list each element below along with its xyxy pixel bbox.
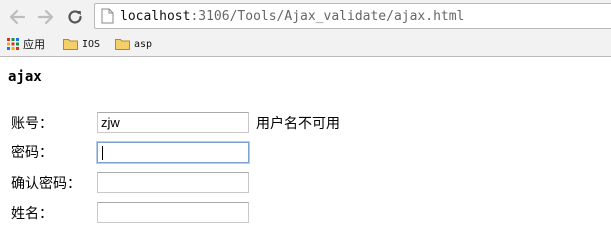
url-host: localhost	[120, 9, 191, 24]
account-input[interactable]	[97, 112, 249, 133]
back-arrow-icon	[9, 9, 26, 25]
reload-button[interactable]	[64, 6, 86, 28]
confirm-password-input[interactable]	[97, 172, 249, 193]
bookmark-label: 应用	[23, 38, 45, 51]
reload-icon	[68, 10, 82, 24]
bookmark-asp[interactable]: asp	[115, 35, 152, 53]
bookmark-apps[interactable]: 应用	[7, 35, 45, 53]
account-label: 账号：	[11, 116, 53, 132]
text-caret	[102, 146, 103, 160]
confirm-password-label: 确认密码：	[11, 176, 81, 192]
page-icon	[101, 8, 114, 28]
account-availability-message: 用户名不可用	[256, 116, 340, 132]
bookmark-label: IOS	[82, 38, 101, 50]
folder-icon	[115, 38, 130, 50]
name-input[interactable]	[97, 202, 249, 223]
folder-icon	[63, 38, 78, 50]
url-path: :3106/Tools/Ajax_validate/ajax.html	[190, 9, 465, 24]
password-input[interactable]	[97, 142, 249, 163]
apps-grid-icon	[7, 38, 19, 50]
forward-button[interactable]	[35, 6, 57, 28]
url-text: localhost:3106/Tools/Ajax_validate/ajax.…	[120, 8, 464, 25]
forward-arrow-icon	[37, 9, 54, 25]
bookmark-ios[interactable]: IOS	[63, 35, 100, 53]
browser-toolbar: localhost:3106/Tools/Ajax_validate/ajax.…	[0, 0, 611, 33]
address-bar[interactable]: localhost:3106/Tools/Ajax_validate/ajax.…	[94, 3, 611, 29]
name-label: 姓名：	[11, 206, 53, 222]
password-label: 密码：	[11, 145, 53, 161]
page-title: ajax	[8, 69, 42, 85]
bookmark-label: asp	[134, 38, 153, 50]
back-button[interactable]	[6, 6, 28, 28]
bookmarks-bar: 应用 IOS asp	[0, 33, 611, 57]
